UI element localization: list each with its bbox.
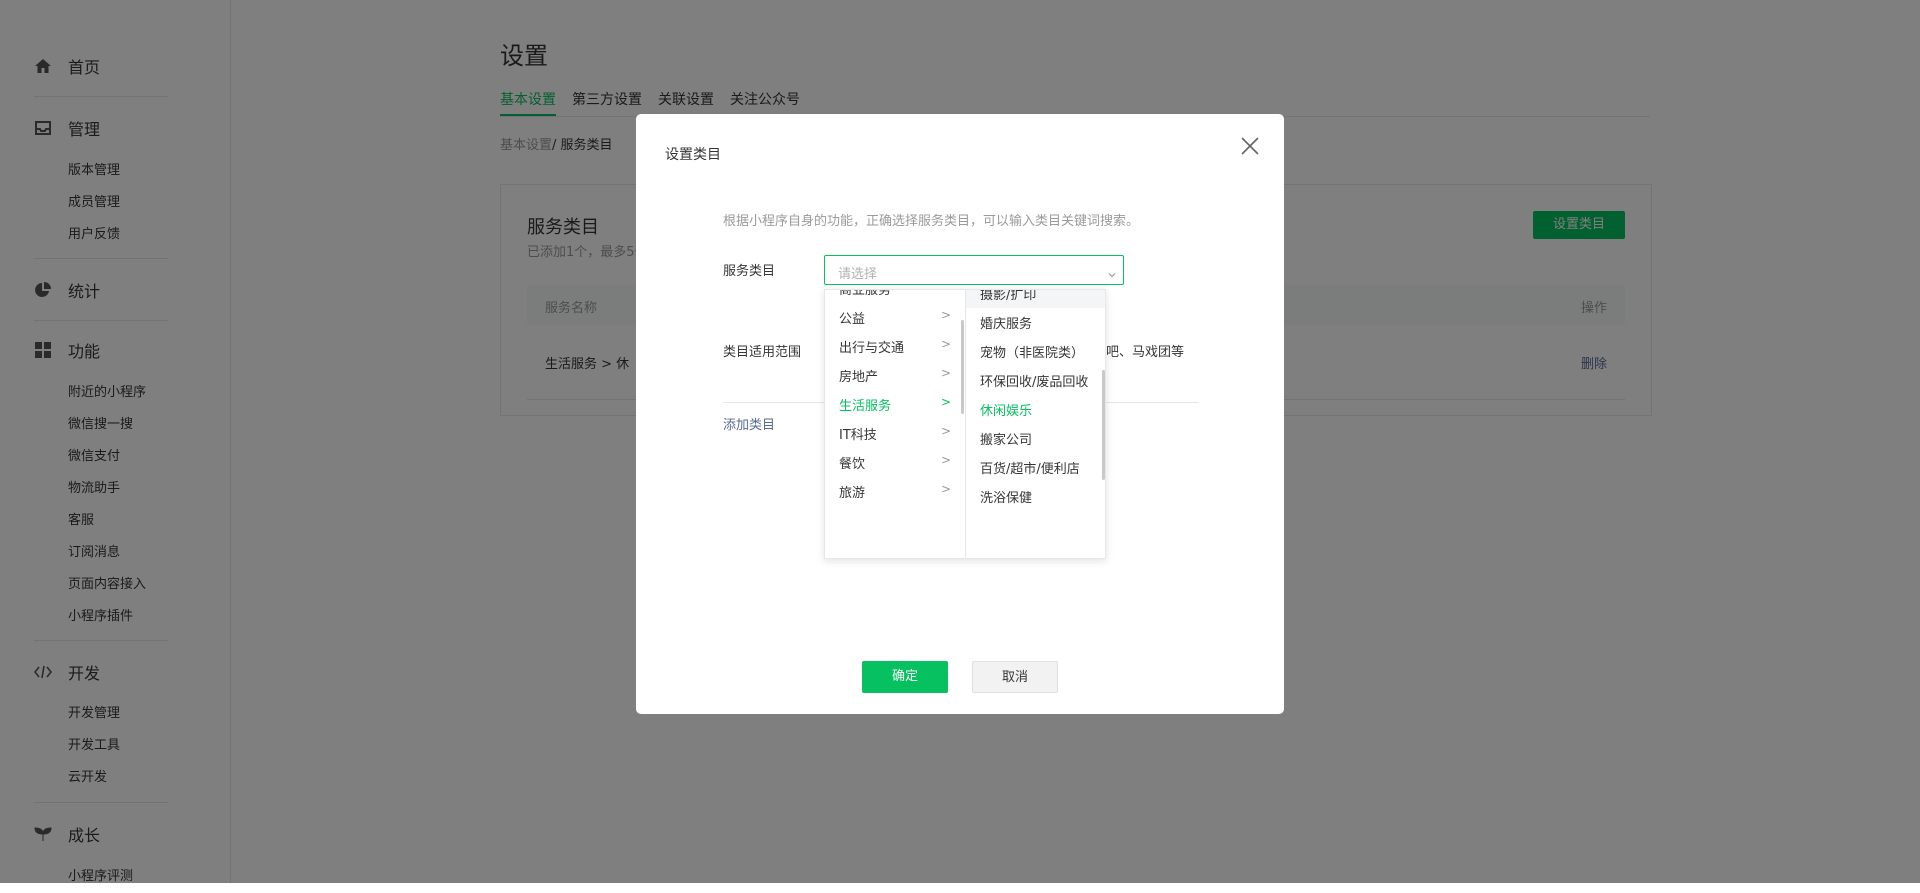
chevron-right-icon: > xyxy=(940,453,951,467)
chevron-right-icon: > xyxy=(941,290,951,293)
cascader-option[interactable]: 旅游 > xyxy=(839,482,951,501)
cascader-option[interactable]: IT科技 > xyxy=(839,424,951,443)
cascader-option[interactable]: 公益 > xyxy=(839,308,951,327)
cascader-option-label: 公益 xyxy=(839,312,866,327)
scope-text: 网吧、马戏团等 xyxy=(1093,345,1185,360)
dialog-title: 设置类目 xyxy=(665,147,721,163)
cascader-option-label: 旅游 xyxy=(839,486,866,501)
category-select[interactable]: 请选择 xyxy=(824,255,1124,285)
cascader-option[interactable]: 婚庆服务 xyxy=(980,313,1095,332)
cascader-level2: 摄影/扩印 婚庆服务 宠物（非医院类） 环保回收/废品回收 休闲娱乐 搬家公司 … xyxy=(966,290,1105,558)
cascader-level1: 商业服务 > 公益 > 出行与交通 > 房地产 > 生活服务 > IT科技 > 餐饮 > 旅游… xyxy=(825,290,966,558)
cascader-option[interactable]: 环保回收/废品回收 xyxy=(980,371,1095,390)
dialog-tip: 根据小程序自身的功能，正确选择服务类目，可以输入类目关键词搜索。 xyxy=(723,214,1140,229)
chevron-down-icon xyxy=(1107,265,1117,278)
chevron-right-icon: > xyxy=(940,308,951,322)
cascader-option[interactable]: 商业服务 > xyxy=(839,290,951,298)
cascader-option[interactable]: 房地产 > xyxy=(839,366,951,385)
chevron-right-icon: > xyxy=(940,366,951,380)
chevron-right-icon: > xyxy=(940,395,951,409)
category-label: 服务类目 xyxy=(723,264,776,279)
cascader-option[interactable]: 宠物（非医院类） xyxy=(980,342,1095,361)
cascader-option-label: 出行与交通 xyxy=(839,341,905,356)
cancel-button[interactable]: 取消 xyxy=(972,661,1058,693)
cascader-option-selected[interactable]: 休闲娱乐 xyxy=(980,400,1095,419)
confirm-button[interactable]: 确定 xyxy=(862,661,948,693)
cascader-option-label: 房地产 xyxy=(839,370,879,385)
chevron-right-icon: > xyxy=(940,337,951,351)
category-select-placeholder: 请选择 xyxy=(838,267,878,282)
cascader-scrollbar[interactable] xyxy=(961,320,964,414)
set-category-dialog: 设置类目 根据小程序自身的功能，正确选择服务类目，可以输入类目关键词搜索。 服务… xyxy=(636,114,1284,714)
cascader-option[interactable]: 出行与交通 > xyxy=(839,337,951,356)
chevron-right-icon: > xyxy=(940,424,951,438)
cascader-option[interactable]: 餐饮 > xyxy=(839,453,951,472)
cascader-option[interactable]: 百货/超市/便利店 xyxy=(980,458,1095,477)
cascader-option[interactable]: 摄影/扩印 xyxy=(980,290,1095,303)
category-cascader: 商业服务 > 公益 > 出行与交通 > 房地产 > 生活服务 > IT科技 > 餐饮 > 旅游… xyxy=(824,289,1106,559)
add-category-link[interactable]: 添加类目 xyxy=(723,414,775,433)
scope-label: 类目适用范围 xyxy=(723,345,802,360)
close-icon[interactable] xyxy=(1238,134,1262,158)
chevron-right-icon: > xyxy=(940,482,951,496)
cascader-option-label: IT科技 xyxy=(839,428,877,443)
cascader-option-selected[interactable]: 生活服务 > xyxy=(839,395,951,414)
cascader-option[interactable]: 搬家公司 xyxy=(980,429,1095,448)
cascader-option-label: 生活服务 xyxy=(839,399,892,414)
cascader-option-label: 餐饮 xyxy=(839,457,866,472)
cascader-option[interactable]: 洗浴保健 xyxy=(980,487,1095,506)
cascader-option-label: 商业服务 xyxy=(839,290,892,298)
cascader-scrollbar[interactable] xyxy=(1102,370,1105,480)
